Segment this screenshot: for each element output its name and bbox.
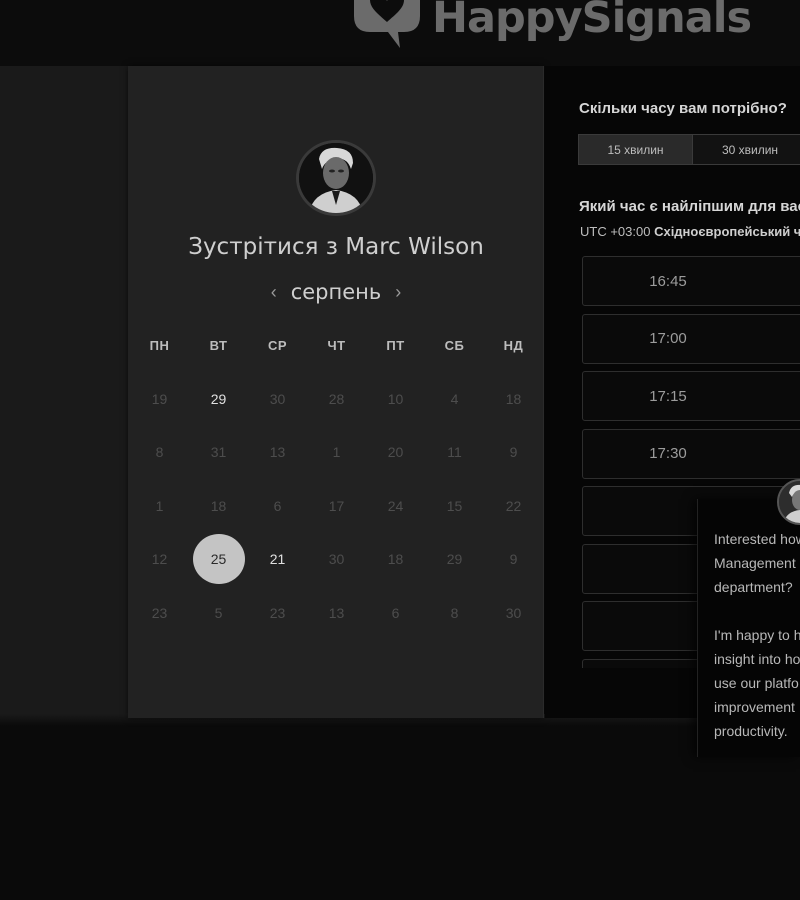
speech-heart-icon xyxy=(348,0,426,50)
duration-option-30[interactable]: 30 хвилин xyxy=(693,134,800,165)
calendar-day: 20 xyxy=(387,444,404,461)
calendar-day: 1 xyxy=(332,444,341,461)
calendar-day: 9 xyxy=(509,444,518,461)
timezone-offset: UTC +03:00 xyxy=(580,224,651,239)
calendar-day: 12 xyxy=(151,551,168,568)
calendar-day: 23 xyxy=(151,604,168,621)
weekday-header: ПН ВТ СР ЧТ ПТ СБ НД xyxy=(130,338,544,353)
calendar-day: 28 xyxy=(328,390,345,407)
calendar-day: 30 xyxy=(328,551,345,568)
left-background-pane xyxy=(0,66,128,720)
calendar-day: 17 xyxy=(328,497,345,514)
calendar-day: 6 xyxy=(273,497,282,514)
time-slot[interactable]: 17:15 xyxy=(582,371,800,421)
weekday-label: ПТ xyxy=(386,338,405,353)
calendar-day-selected[interactable]: 25 xyxy=(189,533,248,587)
calendar-day: 5 xyxy=(214,604,223,621)
meeting-title: Зустрітися з Marc Wilson xyxy=(188,234,484,260)
duration-tabs: 15 хвилин 30 хвилин xyxy=(578,134,800,165)
calendar-day: 11 xyxy=(447,444,462,461)
calendar-day: 22 xyxy=(505,497,522,514)
calendar-day: 6 xyxy=(391,604,400,621)
calendar-day: 19 xyxy=(151,390,168,407)
calendar-day[interactable]: 21 xyxy=(248,533,307,587)
chat-message: Interested how Management department? I'… xyxy=(714,531,800,739)
calendar-day: 13 xyxy=(269,444,286,461)
calendar-day: 30 xyxy=(269,390,286,407)
weekday-label: НД xyxy=(503,338,524,353)
time-slot[interactable]: 17:30 xyxy=(582,428,800,479)
happysignals-logo[interactable]: HappySignals xyxy=(348,0,752,50)
weekday-label: СБ xyxy=(444,338,465,353)
brand-name: HappySignals xyxy=(432,0,752,43)
time-question: Який час є найліпшим для вас? xyxy=(579,198,800,215)
chevron-right-icon[interactable]: › xyxy=(395,282,401,303)
calendar-days-grid: 19 29 30 28 10 4 18 8 31 13 1 20 11 9 1 18 6 17 24 15 22 12 25… xyxy=(130,372,544,640)
calendar-day: 18 xyxy=(505,390,522,407)
month-label: серпень xyxy=(290,280,382,304)
chevron-left-icon[interactable]: ‹ xyxy=(271,282,277,303)
calendar-day: 23 xyxy=(269,604,286,621)
time-slot[interactable]: 17:00 xyxy=(582,313,800,364)
selected-day-label: 25 xyxy=(192,534,245,585)
calendar-day: 15 xyxy=(446,497,463,514)
calendar-day: 30 xyxy=(505,604,522,621)
top-header: HappySignals xyxy=(0,0,800,66)
timezone-name: Східноєвропейський час xyxy=(654,224,800,239)
duration-question: Скільки часу вам потрібно? xyxy=(579,100,787,117)
calendar-day: 24 xyxy=(387,497,404,514)
calendar-day: 18 xyxy=(387,551,404,568)
weekday-label: ЧТ xyxy=(327,338,346,353)
time-slot[interactable]: 16:45 xyxy=(582,256,800,306)
chat-popup[interactable]: Interested how Management department? I'… xyxy=(697,479,800,757)
calendar-day: 8 xyxy=(450,604,459,621)
calendar-day: 8 xyxy=(155,444,164,461)
weekday-label: СР xyxy=(267,338,288,353)
calendar-day: 13 xyxy=(328,604,345,621)
timezone-label[interactable]: UTC +03:00 Східноєвропейський час xyxy=(580,224,800,239)
weekday-label: ВТ xyxy=(209,338,228,353)
calendar-day: 9 xyxy=(509,551,518,568)
calendar-day[interactable]: 29 xyxy=(189,372,248,426)
calendar-day: 1 xyxy=(155,497,164,514)
calendar-day: 31 xyxy=(210,444,227,461)
calendar-card: Зустрітися з Marc Wilson ‹ серпень › ПН … xyxy=(128,66,544,718)
weekday-label: ПН xyxy=(149,338,170,353)
calendar-day: 4 xyxy=(450,390,459,407)
calendar-day: 10 xyxy=(387,390,404,407)
host-avatar xyxy=(296,140,376,216)
duration-option-15[interactable]: 15 хвилин xyxy=(578,134,693,165)
calendar-day: 29 xyxy=(446,551,463,568)
calendar-day: 18 xyxy=(210,497,227,514)
month-navigation: ‹ серпень › xyxy=(128,280,544,304)
